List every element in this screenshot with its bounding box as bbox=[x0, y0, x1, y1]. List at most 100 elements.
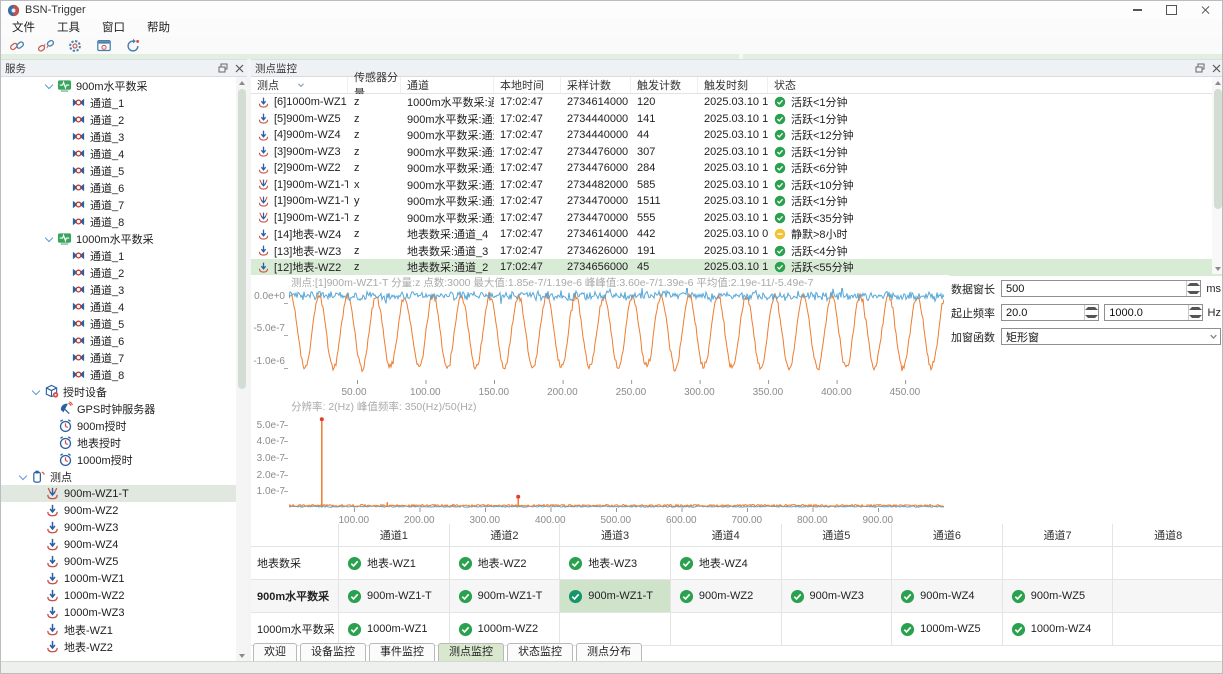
tree-item[interactable]: 地表-WZ1 bbox=[1, 621, 247, 638]
chevron-down-icon[interactable] bbox=[1206, 332, 1220, 341]
tree-item[interactable]: 1000m授时 bbox=[1, 451, 247, 468]
chevron-down-icon[interactable] bbox=[45, 235, 53, 243]
scroll-down-icon[interactable] bbox=[236, 650, 247, 661]
scroll-down-icon[interactable] bbox=[1212, 263, 1223, 274]
grid-cell[interactable]: 1000m-WZ5 bbox=[892, 613, 1003, 645]
chevron-down-icon[interactable] bbox=[45, 82, 53, 90]
disconnect-icon[interactable] bbox=[36, 38, 56, 54]
menu-item[interactable]: 窗口 bbox=[91, 19, 136, 37]
column-header[interactable]: 触发时刻 bbox=[698, 77, 768, 93]
tree-item[interactable]: 通道_3 bbox=[1, 128, 247, 145]
tree-item[interactable]: 900m-WZ3 bbox=[1, 519, 247, 536]
tree-item[interactable]: 通道_2 bbox=[1, 111, 247, 128]
grid-cell[interactable]: 1000m-WZ4 bbox=[1003, 613, 1114, 645]
tab-状态监控[interactable]: 状态监控 bbox=[507, 643, 573, 661]
grid-cell[interactable] bbox=[1113, 580, 1223, 612]
tab-事件监控[interactable]: 事件监控 bbox=[369, 643, 435, 661]
table-row[interactable]: [5]900m-WZ5z900m水平数采:通道_717:02:472734440… bbox=[251, 111, 1223, 128]
refresh-icon[interactable] bbox=[123, 38, 143, 54]
tab-设备监控[interactable]: 设备监控 bbox=[300, 643, 366, 661]
grid-cell[interactable]: 1000m-WZ1 bbox=[339, 613, 450, 645]
tree-item[interactable]: 900m水平数采 bbox=[1, 77, 247, 94]
column-header[interactable]: 状态 bbox=[768, 77, 1223, 93]
tree-item[interactable]: 通道_8 bbox=[1, 213, 247, 230]
tree-item[interactable]: 900m-WZ4 bbox=[1, 536, 247, 553]
grid-cell[interactable] bbox=[671, 613, 782, 645]
spin-up-icon[interactable] bbox=[1187, 281, 1200, 289]
close-button[interactable] bbox=[1188, 1, 1222, 19]
scrollbar-thumb[interactable] bbox=[238, 89, 246, 389]
close-panel-icon[interactable] bbox=[231, 61, 247, 75]
tree-item[interactable]: 通道_1 bbox=[1, 247, 247, 264]
waveform-plot[interactable] bbox=[289, 288, 944, 386]
tree-item[interactable]: 通道_7 bbox=[1, 196, 247, 213]
grid-cell[interactable]: 地表-WZ2 bbox=[450, 547, 561, 579]
tree-item[interactable]: 1000m-WZ2 bbox=[1, 587, 247, 604]
column-header[interactable]: 采样计数 bbox=[561, 77, 631, 93]
grid-cell[interactable]: 900m-WZ1-T bbox=[560, 580, 671, 612]
connect-icon[interactable] bbox=[7, 38, 27, 54]
spin-down-icon[interactable] bbox=[1085, 313, 1098, 321]
column-header[interactable]: 通道 bbox=[401, 77, 494, 93]
spectrum-plot[interactable] bbox=[289, 412, 944, 514]
grid-cell[interactable]: 900m-WZ5 bbox=[1003, 580, 1114, 612]
column-header[interactable]: 本地时间 bbox=[494, 77, 561, 93]
tree-scrollbar[interactable] bbox=[236, 77, 247, 661]
float-panel-icon[interactable] bbox=[215, 61, 231, 75]
table-row[interactable]: [1]900m-WZ1-Tz900m水平数采:通道_317:02:4727344… bbox=[251, 210, 1223, 227]
float-panel-icon[interactable] bbox=[1192, 61, 1208, 75]
spin-up-icon[interactable] bbox=[1085, 305, 1098, 313]
minimize-button[interactable] bbox=[1120, 1, 1154, 19]
table-row[interactable]: [14]地表-WZ4z地表数采:通道_417:02:47273461400044… bbox=[251, 226, 1223, 243]
tree-item[interactable]: 1000m-WZ1 bbox=[1, 570, 247, 587]
tree-item[interactable]: 通道_5 bbox=[1, 162, 247, 179]
tree-item[interactable]: 1000m-WZ3 bbox=[1, 604, 247, 621]
tree-item[interactable]: 地表授时 bbox=[1, 434, 247, 451]
menu-item[interactable]: 帮助 bbox=[136, 19, 181, 37]
tree-item[interactable]: 通道_6 bbox=[1, 179, 247, 196]
grid-cell[interactable] bbox=[892, 547, 1003, 579]
tab-测点分布[interactable]: 测点分布 bbox=[576, 643, 642, 661]
spin-down-icon[interactable] bbox=[1189, 313, 1202, 321]
tree-item[interactable]: 通道_8 bbox=[1, 366, 247, 383]
column-header[interactable]: 传感器分量 bbox=[348, 77, 401, 93]
param-input[interactable]: 500 bbox=[1001, 280, 1201, 297]
table-row[interactable]: [1]900m-WZ1-Ty900m水平数采:通道_217:02:4727344… bbox=[251, 193, 1223, 210]
param-input[interactable]: 20.0 bbox=[1001, 304, 1099, 321]
grid-cell[interactable] bbox=[782, 547, 893, 579]
tab-欢迎[interactable]: 欢迎 bbox=[253, 643, 297, 661]
table-row[interactable]: [13]地表-WZ3z地表数采:通道_317:02:47273462600019… bbox=[251, 243, 1223, 260]
scroll-up-icon[interactable] bbox=[1212, 77, 1223, 88]
tree-item[interactable]: 1000m水平数采 bbox=[1, 230, 247, 247]
spin-up-icon[interactable] bbox=[1189, 305, 1202, 313]
grid-cell[interactable]: 地表-WZ3 bbox=[560, 547, 671, 579]
column-header[interactable]: 触发计数 bbox=[631, 77, 698, 93]
table-scrollbar[interactable] bbox=[1212, 77, 1223, 274]
grid-cell[interactable]: 900m-WZ2 bbox=[671, 580, 782, 612]
param-input[interactable]: 1000.0 bbox=[1104, 304, 1202, 321]
close-panel-icon[interactable] bbox=[1208, 61, 1223, 75]
grid-cell[interactable] bbox=[1113, 613, 1223, 645]
tree-item[interactable]: 900m-WZ2 bbox=[1, 502, 247, 519]
table-row[interactable]: [2]900m-WZ2z900m水平数采:通道_417:02:472734476… bbox=[251, 160, 1223, 177]
tree-item[interactable]: 通道_2 bbox=[1, 264, 247, 281]
monitor-window-icon[interactable] bbox=[94, 38, 114, 54]
grid-cell[interactable]: 900m-WZ3 bbox=[782, 580, 893, 612]
window-function-select[interactable]: 矩形窗 bbox=[1001, 328, 1221, 345]
grid-cell[interactable] bbox=[1113, 547, 1223, 579]
menu-item[interactable]: 文件 bbox=[1, 19, 46, 37]
menu-item[interactable]: 工具 bbox=[46, 19, 91, 37]
grid-cell[interactable] bbox=[782, 613, 893, 645]
tree-item[interactable]: 900m-WZ1-T bbox=[1, 485, 247, 502]
maximize-button[interactable] bbox=[1154, 1, 1188, 19]
spin-down-icon[interactable] bbox=[1187, 289, 1200, 297]
tree-item[interactable]: 900m-WZ5 bbox=[1, 553, 247, 570]
tree-item[interactable]: 通道_3 bbox=[1, 281, 247, 298]
grid-cell[interactable]: 900m-WZ1-T bbox=[339, 580, 450, 612]
chevron-down-icon[interactable] bbox=[19, 473, 27, 481]
tree-item[interactable]: 通道_1 bbox=[1, 94, 247, 111]
tree-item[interactable]: 通道_4 bbox=[1, 145, 247, 162]
grid-cell[interactable]: 地表-WZ1 bbox=[339, 547, 450, 579]
tree-item[interactable]: 测点 bbox=[1, 468, 247, 485]
grid-cell[interactable] bbox=[1003, 547, 1114, 579]
